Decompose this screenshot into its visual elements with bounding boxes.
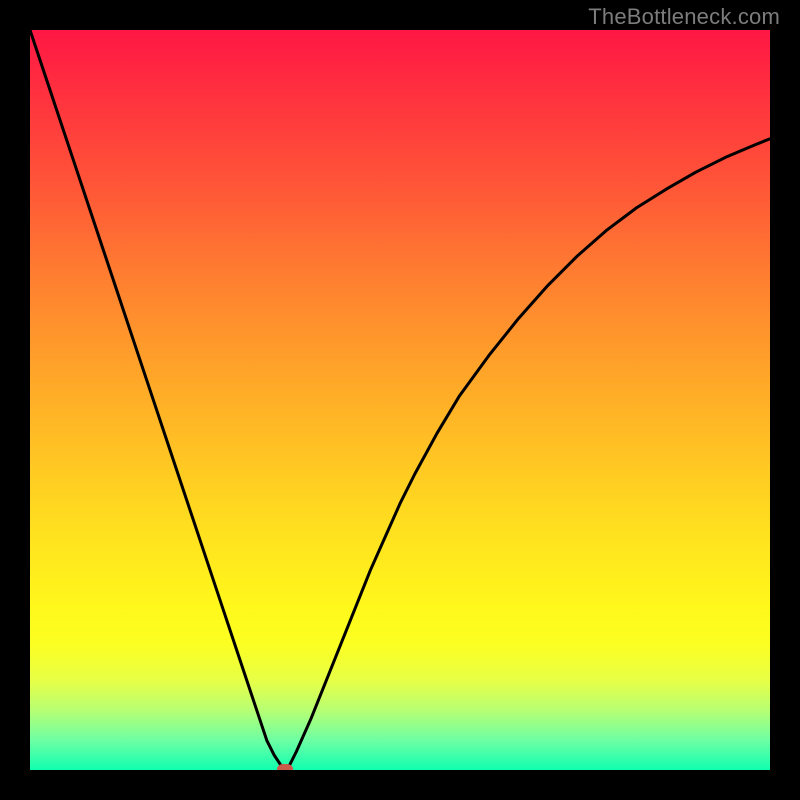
watermark-text: TheBottleneck.com <box>588 4 780 30</box>
bottleneck-minimum-marker <box>277 764 293 770</box>
bottleneck-curve <box>30 30 770 770</box>
plot-area <box>30 30 770 770</box>
chart-container: TheBottleneck.com <box>0 0 800 800</box>
